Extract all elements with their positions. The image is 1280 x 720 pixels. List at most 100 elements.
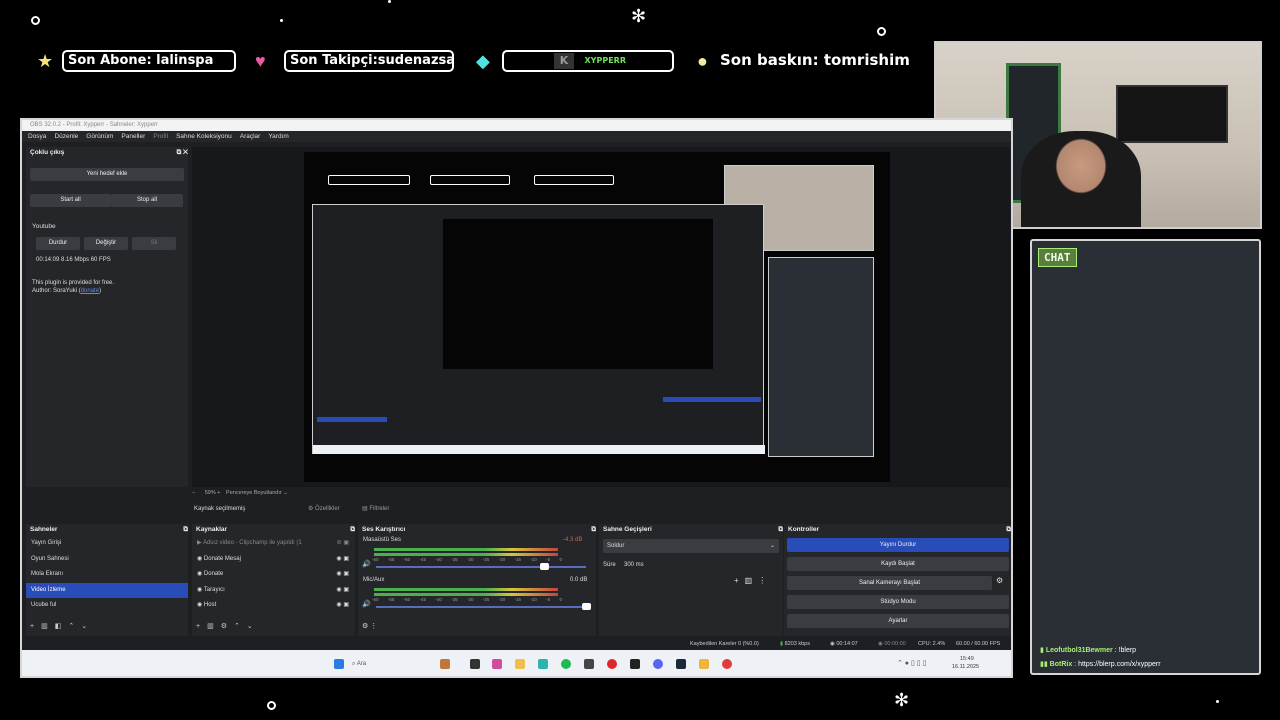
spotify-icon[interactable] (561, 659, 571, 669)
opera-icon[interactable] (607, 659, 617, 669)
visibility-icon[interactable]: ◉ ▣ (336, 598, 349, 614)
zoom-level[interactable]: 59% (205, 490, 216, 496)
chat-message: ▮▮ BotRix : https://blerp.com/x/xypperr (1040, 660, 1161, 668)
preview-area[interactable] (192, 147, 1010, 487)
add-icon[interactable]: + (196, 623, 207, 630)
scene-item[interactable]: Yayın Girişi (26, 536, 188, 552)
volume-slider-track[interactable] (376, 566, 586, 568)
scene-item[interactable]: Ucube ful (26, 598, 188, 614)
studio-mode-button[interactable]: Stüdyo Modu (787, 595, 1009, 609)
trash-icon[interactable]: ▥ (207, 623, 221, 630)
live-time: ◉ 00:14:07 (830, 641, 858, 647)
visibility-icon[interactable]: ◉ ▣ (336, 567, 349, 583)
target-stop-button[interactable]: Durdur (36, 237, 80, 250)
mixer-settings-icon[interactable]: ⚙ ⋮ (362, 622, 377, 630)
snowflake-icon: ✻ (631, 6, 647, 26)
speaker-icon[interactable]: 🔊 (362, 560, 371, 568)
visibility-icon[interactable]: ◉ ▣ (336, 583, 349, 599)
donate-link[interactable]: donate (81, 288, 99, 294)
start-all-button[interactable]: Start all (30, 194, 111, 207)
terminal-icon[interactable] (630, 659, 640, 669)
app-icon[interactable] (722, 659, 732, 669)
diamond-icon: ◆ (476, 51, 490, 71)
filter-icon[interactable]: ◧ (55, 623, 69, 630)
menu-tools[interactable]: Araçlar (240, 131, 261, 142)
mixer-dock: Ses Karıştırıcı ⧉ Masaüstü Ses -4.3 dB Mi… (358, 524, 596, 636)
fit-window-label[interactable]: Pencereye Boyutlandır (226, 490, 282, 496)
source-item[interactable]: ◉ Tarayıcı ◉ ▣ (192, 583, 355, 599)
target-change-button[interactable]: Değiştir (84, 237, 128, 250)
volume-slider-handle[interactable] (582, 603, 591, 610)
obs-title-bar: OBS 32.0.2 - Profil: Xypperr - Sahneler:… (22, 120, 1011, 131)
add-icon[interactable]: + (30, 623, 41, 630)
start-virtual-camera-button[interactable]: Sanal Kamerayı Başlat (787, 576, 992, 590)
scene-item[interactable]: Oyun Sahnesi (26, 552, 188, 568)
app-icon[interactable] (440, 659, 450, 669)
discord-icon[interactable] (653, 659, 663, 669)
brand-logo-icon: K (553, 53, 574, 69)
source-item[interactable]: ◉ Host ◉ ▣ (192, 598, 355, 614)
volume-slider-track[interactable] (376, 606, 586, 608)
obs-window: OBS 32.0.2 - Profil: Xypperr - Sahneler:… (20, 118, 1013, 678)
source-item[interactable]: ◉ Donate ◉ ▣ (192, 567, 355, 583)
app-icon[interactable] (699, 659, 709, 669)
menu-profile[interactable]: Profil (153, 131, 168, 142)
up-icon[interactable]: ⌃ (234, 623, 247, 630)
up-icon[interactable]: ⌃ (68, 623, 81, 630)
scene-item[interactable]: Mola Ekranı (26, 567, 188, 583)
volume-slider-handle[interactable] (540, 563, 549, 570)
app-icon[interactable] (470, 659, 480, 669)
down-icon[interactable]: ⌄ (81, 623, 94, 630)
dock-menu-icon[interactable]: ⧉ (778, 524, 783, 536)
menu-help[interactable]: Yardım (268, 131, 288, 142)
stop-all-button[interactable]: Stop all (111, 194, 183, 207)
gear-icon[interactable]: ⚙ (996, 576, 1003, 585)
source-item[interactable]: ◉ Donate Mesaj ◉ ▣ (192, 552, 355, 568)
transition-actions: +▥⋮ (734, 576, 772, 585)
source-item[interactable]: ▶ Adsız video - Clipchamp ile yapıldı (1… (192, 536, 355, 552)
visibility-icon[interactable]: ◉ ▣ (336, 552, 349, 568)
clock-time[interactable]: 15:49 (960, 656, 974, 662)
settings-button[interactable]: Ayarlar (787, 614, 1009, 628)
menu-bar: Dosya Düzenle Görünüm Paneller Profil Sa… (22, 131, 1011, 142)
trash-icon[interactable]: ▥ (41, 623, 55, 630)
add-icon[interactable]: + (734, 576, 745, 585)
steam-icon[interactable] (676, 659, 686, 669)
menu-file[interactable]: Dosya (28, 131, 46, 142)
menu-docks[interactable]: Paneller (121, 131, 145, 142)
stop-stream-button[interactable]: Yayını Durdur (787, 538, 1009, 552)
trash-icon[interactable]: ▥ (745, 576, 759, 585)
filters-button[interactable]: ▤ Filtreler (362, 502, 389, 516)
dock-menu-icon[interactable]: ⧉ (591, 524, 596, 536)
duration-field[interactable]: 300 ms (624, 562, 644, 568)
lock-icon[interactable]: ⊘ ▣ (337, 536, 349, 552)
edge-icon[interactable] (538, 659, 548, 669)
badge-icon: ▮▮ (1040, 661, 1048, 668)
tray-icons[interactable]: ⌃ ● ▯ ▯ ▯ (897, 659, 926, 667)
menu-edit[interactable]: Düzenle (54, 131, 78, 142)
menu-view[interactable]: Görünüm (86, 131, 113, 142)
down-icon[interactable]: ⌄ (247, 623, 260, 630)
scene-item-selected[interactable]: Video İzleme (26, 582, 188, 598)
clock-date[interactable]: 16.11.2025 (952, 664, 979, 670)
add-target-button[interactable]: Yeni hedef ekle (30, 168, 184, 181)
dock-menu-icon[interactable]: ⧉ (350, 524, 355, 536)
speaker-icon[interactable]: 🔊 (362, 600, 371, 608)
properties-button[interactable]: ⚙ Özellikler (308, 502, 340, 516)
start-recording-button[interactable]: Kaydı Başlat (787, 557, 1009, 571)
dock-menu-icon[interactable]: ⧉ (183, 524, 188, 536)
menu-scene-collection[interactable]: Sahne Koleksiyonu (176, 131, 232, 142)
app-icon[interactable] (492, 659, 502, 669)
close-icon[interactable]: ⧉ ✕ (177, 147, 188, 159)
folder-icon[interactable] (515, 659, 525, 669)
app-icon[interactable] (584, 659, 594, 669)
taskbar-search[interactable]: ⌕ Ara (352, 657, 432, 671)
transition-select[interactable]: Soldur ⌄ (603, 539, 779, 553)
gear-icon[interactable]: ⚙ (221, 623, 234, 630)
dock-menu-icon[interactable]: ⧉ (1006, 524, 1011, 536)
chat-badge: CHAT (1038, 248, 1077, 267)
target-delete-button[interactable]: Sil (132, 237, 176, 250)
more-icon[interactable]: ⋮ (758, 576, 772, 585)
multi-output-dock: Çoklu çıkış ⧉ ✕ Yeni hedef ekle Start all… (26, 147, 188, 487)
windows-start-icon[interactable] (334, 659, 344, 669)
